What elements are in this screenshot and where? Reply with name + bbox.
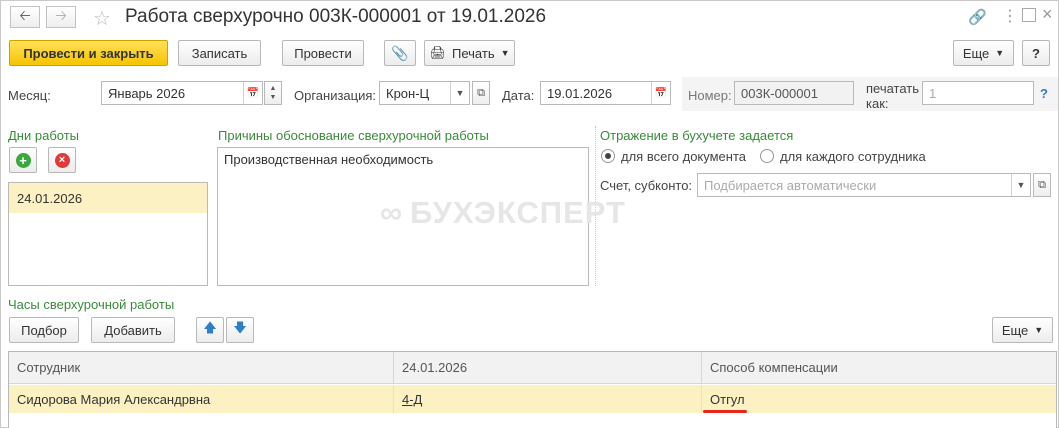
dropdown-arrow-icon: ▼ xyxy=(500,48,510,58)
down-arrow-icon: ▼ xyxy=(269,94,277,101)
more-button[interactable]: Еще ▼ xyxy=(953,40,1014,66)
post-and-close-button[interactable]: Провести и закрыть xyxy=(9,40,168,66)
window-title: Работа сверхурочно 003К-000001 от 19.01.… xyxy=(125,6,547,27)
table-cell-hours[interactable]: 4-Д xyxy=(394,385,702,413)
print-button[interactable]: 🖨 Печать ▼ xyxy=(424,40,515,66)
account-field[interactable]: Подбирается автоматически ▼ xyxy=(697,173,1031,197)
dropdown-arrow-icon[interactable]: ▼ xyxy=(1011,174,1030,196)
dropdown-arrow-icon[interactable]: ▼ xyxy=(450,82,469,104)
add-day-button[interactable]: + xyxy=(9,147,37,173)
maximize-icon[interactable] xyxy=(1022,8,1036,22)
column-header-date[interactable]: 24.01.2026 xyxy=(394,352,702,384)
print-as-label: печатать как: xyxy=(866,81,920,111)
accounting-title: Отражение в бухучете задается xyxy=(600,128,794,143)
post-button[interactable]: Провести xyxy=(282,40,364,66)
move-up-button[interactable]: 🡅 xyxy=(196,317,224,343)
calendar-icon[interactable]: 📅 xyxy=(651,82,670,104)
overtime-title: Часы сверхурочной работы xyxy=(8,297,175,312)
column-header-employee[interactable]: Сотрудник xyxy=(9,352,394,384)
help-link[interactable]: ? xyxy=(1040,86,1048,101)
arrow-left-icon: 🡠 xyxy=(19,7,31,23)
arrow-right-icon: 🡢 xyxy=(55,7,67,23)
up-arrow-icon: ▲ xyxy=(269,85,277,92)
highlight-underline xyxy=(703,410,747,413)
list-item[interactable]: 24.01.2026 xyxy=(9,183,207,213)
watermark-logo: ∞ БУХЭКСПЕРТ xyxy=(380,195,626,230)
open-organization-button[interactable]: ⧉ xyxy=(472,81,490,105)
table-more-button[interactable]: Еще ▼ xyxy=(992,317,1053,343)
table-cell-employee[interactable]: Сидорова Мария Александрвна xyxy=(9,385,394,413)
remove-circle-icon: × xyxy=(54,152,70,168)
table-cell-compensation[interactable]: Отгул xyxy=(702,385,1056,413)
month-stepper[interactable]: ▲ ▼ xyxy=(264,81,282,105)
arrow-up-icon: 🡅 xyxy=(203,320,217,335)
add-button[interactable]: Добавить xyxy=(91,317,175,343)
month-field[interactable]: Январь 2026 📅 xyxy=(101,81,263,105)
column-header-compensation[interactable]: Способ компенсации xyxy=(702,352,1056,384)
open-icon: ⧉ xyxy=(1038,178,1046,191)
arrow-down-icon: 🡇 xyxy=(233,320,247,335)
organization-label: Организация: xyxy=(294,88,377,103)
calendar-icon[interactable]: 📅 xyxy=(243,82,262,104)
open-account-button[interactable]: ⧉ xyxy=(1033,173,1051,197)
forward-button[interactable]: 🡢 xyxy=(46,6,76,28)
radio-each-employee-label: для каждого сотрудника xyxy=(780,149,926,164)
work-days-title: Дни работы xyxy=(8,128,80,143)
close-icon[interactable]: × xyxy=(1042,4,1053,25)
date-label: Дата: xyxy=(502,88,535,103)
radio-each-employee[interactable] xyxy=(760,149,774,163)
pick-button[interactable]: Подбор xyxy=(9,317,79,343)
logo-icon: ∞ xyxy=(380,195,402,230)
number-label: Номер: xyxy=(688,88,732,103)
dropdown-arrow-icon: ▼ xyxy=(1034,325,1044,335)
back-button[interactable]: 🡠 xyxy=(10,6,40,28)
open-icon: ⧉ xyxy=(477,86,485,99)
dropdown-arrow-icon: ▼ xyxy=(995,48,1005,58)
reasons-title: Причины обоснование сверхурочной работы xyxy=(218,128,489,143)
move-down-button[interactable]: 🡇 xyxy=(226,317,254,343)
print-as-field[interactable]: 1 xyxy=(922,81,1034,105)
save-button[interactable]: Записать xyxy=(178,40,261,66)
remove-day-button[interactable]: × xyxy=(48,147,76,173)
overtime-table: Сотрудник 24.01.2026 Способ компенсации … xyxy=(8,351,1057,428)
account-label: Счет, субконто: xyxy=(600,178,693,193)
radio-whole-document[interactable] xyxy=(601,149,615,163)
plus-circle-icon: + xyxy=(15,152,31,168)
month-label: Месяц: xyxy=(8,88,51,103)
date-field[interactable]: 19.01.2026 📅 xyxy=(540,81,671,105)
printer-icon: 🖨 xyxy=(429,45,446,60)
more-vertical-icon[interactable]: ⋮ xyxy=(1002,6,1018,26)
work-days-list[interactable]: 24.01.2026 xyxy=(8,182,208,286)
organization-field[interactable]: Крон-Ц ▼ xyxy=(379,81,470,105)
link-icon[interactable]: 🔗 xyxy=(968,8,987,26)
paperclip-icon: 📎 xyxy=(391,44,409,61)
radio-whole-document-label: для всего документа xyxy=(621,149,746,164)
number-field[interactable]: 003К-000001 xyxy=(734,81,854,105)
attach-button[interactable]: 📎 xyxy=(384,40,416,66)
help-button[interactable]: ? xyxy=(1022,40,1050,66)
star-icon[interactable]: ☆ xyxy=(93,6,111,31)
